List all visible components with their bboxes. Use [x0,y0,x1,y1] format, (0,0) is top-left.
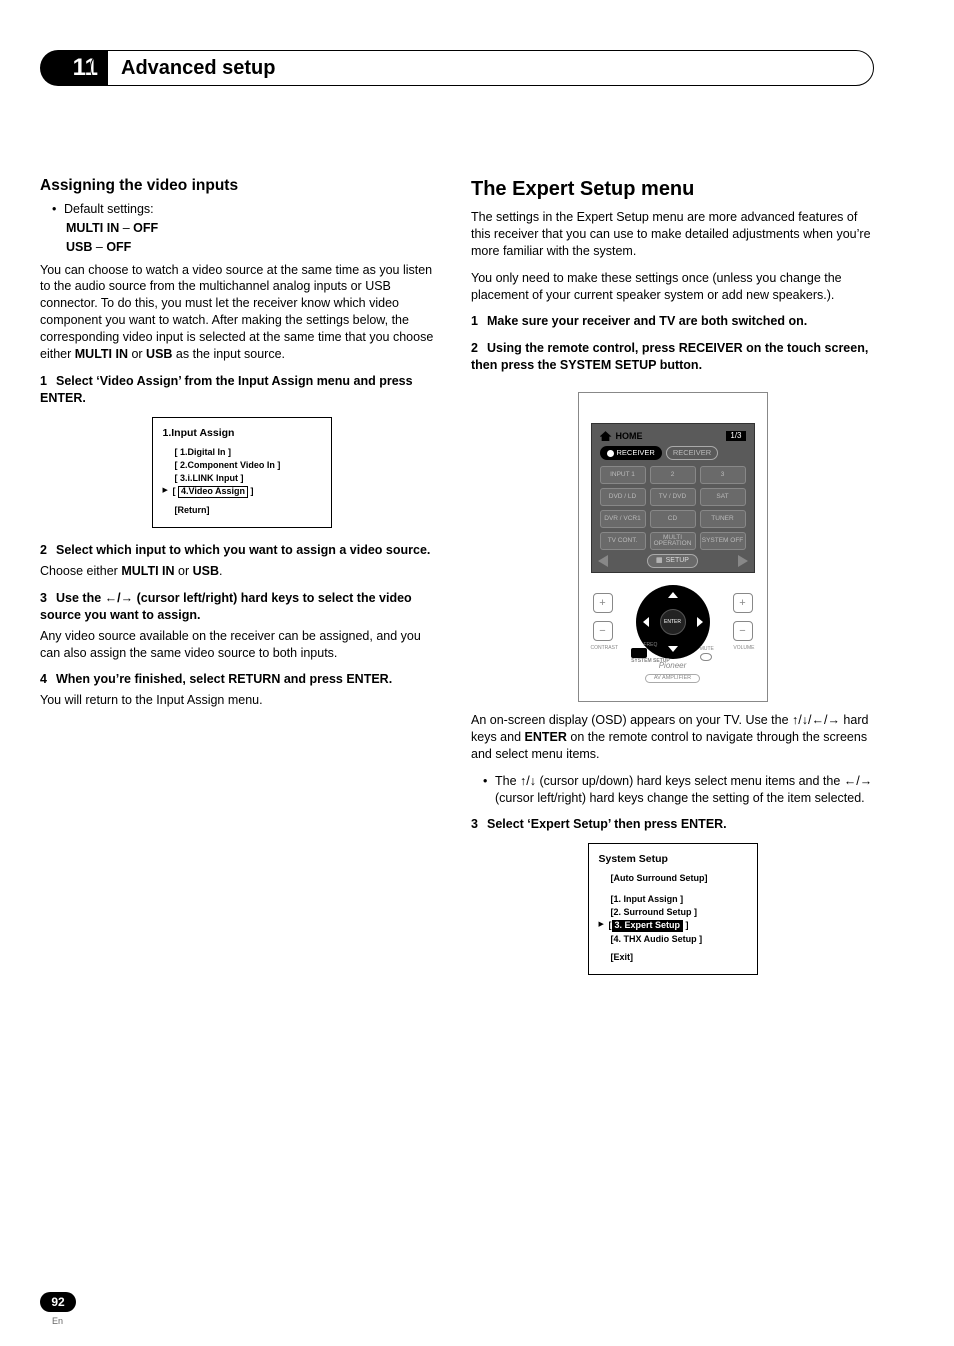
mute-label: MUTE [700,646,714,653]
arrow-right-icon: → [121,591,134,605]
figure-row-video-assign: [ 4.Video Assign ] [163,485,321,498]
default-settings-label: Default settings: [64,201,154,218]
remote-btn-tuner[interactable]: TUNER [700,510,746,528]
default-usb: USB – OFF [40,239,443,256]
remote-btn-multi-operation[interactable]: MULTI OPERATION [650,532,696,550]
setup-icon: ▦ [656,556,663,565]
intro-paragraph: You can choose to watch a video source a… [40,262,443,363]
contrast-up-button[interactable]: + [593,593,613,613]
step-1: 1Select ‘Video Assign’ from the Input As… [40,373,443,407]
power-icon [607,450,614,457]
figure-selected-item: 4.Video Assign [178,486,248,498]
figure2-row-expert-setup: [3. Expert Setup ] [599,919,747,932]
remote-page-indicator: 1/3 [726,431,745,442]
arrow-right-icon: → [860,774,873,788]
system-setup-button[interactable] [631,648,647,658]
arrow-left-icon: ← [844,774,857,788]
left-column: Assigning the video inputs • Default set… [40,176,443,989]
receiver-button-active[interactable]: RECEIVER [600,446,662,460]
step-2-sub: Choose either MULTI IN or USB. [40,563,443,580]
arrow-left-icon: ← [105,591,118,605]
brand-label: Pioneer [659,661,687,670]
contrast-down-button[interactable]: − [593,621,613,641]
remote-btn-tv-cont[interactable]: TV CONT. [600,532,646,550]
arrow-right-icon: → [827,713,840,727]
figure-return: [Return] [163,504,321,516]
figure2-row-thx: [4. THX Audio Setup ] [599,933,747,945]
arrow-left-icon: ← [811,713,824,727]
remote-btn-sat[interactable]: SAT [700,488,746,506]
figure2-row-input-assign: [1. Input Assign ] [599,893,747,905]
remote-btn-setup[interactable]: ▦SETUP [647,554,698,567]
figure-row-ilink: [ 3.i.LINK Input ] [163,472,321,484]
default-usb-key: USB [66,240,92,254]
chapter-title: Advanced setup [90,50,874,86]
right-column: The Expert Setup menu The settings in th… [471,176,874,989]
step-3-sub: Any video source available on the receiv… [40,628,443,662]
remote-page-left-icon[interactable] [598,555,608,567]
remote-btn-dvr-vcr1[interactable]: DVR / VCR1 [600,510,646,528]
remote-touchscreen: HOME 1/3 RECEIVER RECEIVER INPUT 1 2 3 [591,423,755,573]
step-4: 4When you’re finished, select RETURN and… [40,671,443,688]
figure2-title: System Setup [599,852,747,866]
figure2-selected-item: 3. Expert Setup [612,920,684,932]
home-icon [600,431,612,441]
bullet-icon: • [52,201,58,218]
volume-up-button[interactable]: + [733,593,753,613]
remote-input-grid: INPUT 1 2 3 DVD / LD TV / DVD SAT DVR / … [598,464,748,552]
bullet-icon: • [483,773,489,807]
figure2-row-surround-setup: [2. Surround Setup ] [599,906,747,918]
section-heading-expert-setup: The Expert Setup menu [471,176,874,203]
mute-button[interactable] [700,653,712,661]
remote-control-figure: HOME 1/3 RECEIVER RECEIVER INPUT 1 2 3 [578,392,768,702]
right-step-2: 2Using the remote control, press RECEIVE… [471,340,874,374]
remote-btn-3[interactable]: 3 [700,466,746,484]
right-step-3: 3Select ‘Expert Setup’ then press ENTER. [471,816,874,833]
remote-page-right-icon[interactable] [738,555,748,567]
step-3: 3Use the ←/→ (cursor left/right) hard ke… [40,590,443,624]
dpad-up-icon [668,592,678,598]
remote-btn-tv-dvd[interactable]: TV / DVD [650,488,696,506]
figure2-exit: [Exit] [599,951,747,963]
remote-btn-input1[interactable]: INPUT 1 [600,466,646,484]
page-language: En [52,1316,63,1326]
default-usb-val: OFF [106,240,131,254]
expert-para-2: You only need to make these settings onc… [471,270,874,304]
default-multi-in: MULTI IN – OFF [40,220,443,237]
expert-para-1: The settings in the Expert Setup menu ar… [471,209,874,260]
volume-down-button[interactable]: − [733,621,753,641]
default-settings-bullet: • Default settings: [40,201,443,218]
remote-btn-cd[interactable]: CD [650,510,696,528]
section-heading-assigning: Assigning the video inputs [40,176,443,197]
freq-label: FREQ [631,642,670,649]
step-2: 2Select which input to which you want to… [40,542,443,559]
remote-btn-2[interactable]: 2 [650,466,696,484]
figure-input-assign: 1.Input Assign [ 1.Digital In ] [ 2.Comp… [152,417,332,529]
chapter-header: 11 Advanced setup [40,50,874,86]
dpad-left-icon [643,617,649,627]
default-multi-in-key: MULTI IN [66,221,119,235]
figure-row-digital-in: [ 1.Digital In ] [163,446,321,458]
dpad-right-icon [697,617,703,627]
remote-btn-system-off[interactable]: SYSTEM OFF [700,532,746,550]
remote-home-label: HOME [616,430,643,442]
remote-btn-dvd-ld[interactable]: DVD / LD [600,488,646,506]
remote-hardkey-zone: + − CONTRAST + − VOLUME [591,581,755,691]
receiver-button-ghost[interactable]: RECEIVER [666,446,718,460]
step-4-sub: You will return to the Input Assign menu… [40,692,443,709]
figure-title: 1.Input Assign [163,426,321,440]
figure-system-setup: System Setup [Auto Surround Setup] [1. I… [588,843,758,975]
right-step-1: 1Make sure your receiver and TV are both… [471,313,874,330]
figure-row-component-video: [ 2.Component Video In ] [163,459,321,471]
figure2-row-auto-surround: [Auto Surround Setup] [599,872,747,884]
page-number: 92 [40,1292,76,1312]
osd-paragraph: An on-screen display (OSD) appears on yo… [471,712,874,763]
default-multi-in-val: OFF [133,221,158,235]
amp-label: AV AMPLIFIER [645,674,700,683]
cursor-keys-bullet: • The ↑/↓ (cursor up/down) hard keys sel… [471,773,874,807]
